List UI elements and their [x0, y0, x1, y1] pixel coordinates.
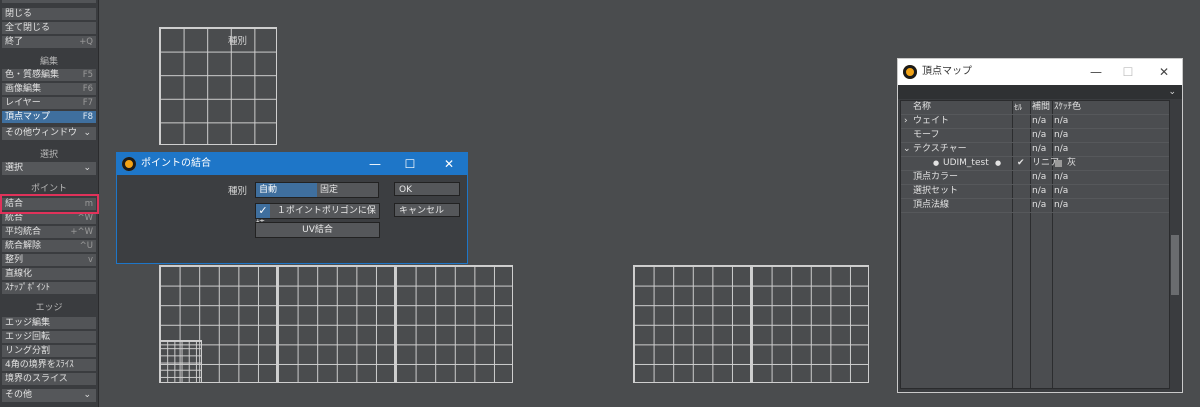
col-cell-header[interactable]: ｾﾙ [1014, 101, 1022, 114]
ok-button[interactable]: OK [394, 182, 460, 196]
uv-grid-udim-1011 [633, 265, 751, 383]
chevron-down-icon: ⌄ [83, 128, 91, 138]
select-dropdown[interactable]: 選択 ⌄ [2, 162, 96, 175]
toolbar-item-close[interactable]: 閉じる [2, 8, 96, 20]
lightwave-icon [903, 65, 917, 79]
list-item-selection-set[interactable]: 選択セット n/a n/a [901, 185, 1169, 199]
toolbar-item-vertex-map[interactable]: 頂点マップ F8 [2, 111, 96, 123]
sketch-color-swatch [1055, 160, 1062, 167]
type-label: 種別 [228, 36, 248, 47]
section-head-select: 選択 [2, 150, 96, 161]
vertex-map-panel: 頂点マップ — ☐ ✕ ⌄ 名称 ｾﾙ 補間 ｽｹｯﾁ色 › ウェイト n/a … [897, 58, 1183, 393]
dialog-title: ポイントの結合 [141, 158, 211, 169]
toolbar-item-close-all[interactable]: 全て閉じる [2, 22, 96, 34]
col-name-header[interactable]: 名称 [913, 101, 931, 114]
checkmark-icon[interactable]: ✔ [1017, 157, 1025, 170]
toolbar-item-layer[interactable]: レイヤー F7 [2, 97, 96, 109]
shortcut-label: F5 [82, 70, 93, 80]
other-windows-dropdown[interactable]: その他ウィンドウ ⌄ [2, 127, 96, 140]
minimize-icon[interactable]: — [1078, 59, 1114, 85]
col-sketch-header[interactable]: ｽｹｯﾁ色 [1054, 101, 1081, 114]
toolbar-item-border-slice[interactable]: 境界のスライス [2, 373, 96, 385]
section-head-edit: 編集 [2, 57, 96, 68]
chevron-right-icon[interactable]: › [904, 115, 908, 128]
list-item-vertex-normal[interactable]: 頂点法線 n/a n/a [901, 199, 1169, 213]
bullet-icon: ● [995, 159, 1002, 167]
vertex-map-title: 頂点マップ [922, 66, 972, 77]
toolbar-item-weld-average[interactable]: 平均統合 +^W [2, 226, 96, 238]
uv-grid-top [159, 27, 277, 145]
toolbar-item-unweld[interactable]: 統合解除 ^U [2, 240, 96, 252]
maximize-icon[interactable]: ☐ [392, 153, 428, 175]
toolbar-item-quad-slice[interactable]: 4角の境界をｽﾗｲｽ [2, 359, 96, 371]
toolbar-item-ring-split[interactable]: リング分割 [2, 345, 96, 357]
toolbar-item-image-edit[interactable]: 画像編集 F6 [2, 83, 96, 95]
merge-points-highlight [0, 194, 99, 214]
toolbar-item-surface-edit[interactable]: 色・質感編集 F5 [2, 69, 96, 81]
chevron-down-icon: ⌄ [1168, 87, 1176, 97]
type-segmented-control: 自動 固定 [255, 182, 379, 198]
checkmark-icon: ✓ [256, 204, 270, 218]
section-head-edge: エッジ [2, 303, 96, 314]
toolbar-item-edge-rotate[interactable]: エッジ回転 [2, 331, 96, 343]
vertex-map-filter-bar[interactable]: ⌄ [898, 85, 1182, 99]
list-item-texture[interactable]: ⌄ テクスチャー n/a n/a [901, 143, 1169, 157]
shortcut-label: ^U [79, 241, 93, 251]
col-interp-header[interactable]: 補間 [1032, 101, 1050, 114]
type-label-visible: 種別 [228, 186, 248, 197]
cancel-button[interactable]: キャンセル [394, 203, 460, 217]
scrollbar-thumb[interactable] [1171, 235, 1179, 295]
toolbar-item-straighten[interactable]: 直線化 [2, 268, 96, 280]
mode-fixed-option[interactable]: 固定 [317, 183, 378, 197]
lightwave-icon [122, 157, 136, 171]
toolbar-item-align[interactable]: 整列 v [2, 254, 96, 266]
shortcut-label: F8 [82, 112, 93, 122]
minimize-icon[interactable]: — [357, 153, 393, 175]
list-item-morph[interactable]: モーフ n/a n/a [901, 129, 1169, 143]
toolbar-item-cut-off[interactable] [2, 0, 96, 3]
toolbar-item-edge-edit[interactable]: エッジ編集 [2, 317, 96, 329]
vertex-map-scrollbar[interactable] [1170, 100, 1180, 387]
maximize-icon[interactable]: ☐ [1110, 59, 1146, 85]
other-dropdown[interactable]: その他 ⌄ [2, 389, 96, 402]
chevron-down-icon: ⌄ [83, 163, 91, 173]
vertex-map-list: 名称 ｾﾙ 補間 ｽｹｯﾁ色 › ウェイト n/a n/a モーフ n/a n/… [900, 100, 1170, 389]
uv-merge-button[interactable]: UV結合 [255, 222, 380, 238]
list-item-udim-test[interactable]: ● UDIM_test ● ✔ リニア 灰 [901, 157, 1169, 171]
toolbar-item-snap-point[interactable]: ｽﾅｯﾌﾟﾎﾟｲﾝﾄ [2, 282, 96, 294]
shortcut-label: +Q [79, 37, 93, 47]
close-icon[interactable]: ✕ [1146, 59, 1182, 85]
close-icon[interactable]: ✕ [431, 153, 467, 175]
uv-grid-udim-1012 [751, 265, 869, 383]
shortcut-label: F7 [82, 98, 93, 108]
chevron-down-icon: ⌄ [83, 390, 91, 400]
vertex-map-header: 名称 ｾﾙ 補間 ｽｹｯﾁ色 [901, 101, 1169, 115]
shortcut-label: +^W [70, 227, 93, 237]
list-item-vertex-color[interactable]: 頂点カラー n/a n/a [901, 171, 1169, 185]
toolbar-item-quit[interactable]: 終了 +Q [2, 36, 96, 48]
vertex-map-titlebar[interactable]: 頂点マップ — ☐ ✕ [898, 59, 1182, 85]
keep-single-point-checkbox[interactable]: ✓ １ポイントポリゴンに保持 [255, 203, 380, 230]
uv-grid-udim-1003 [395, 265, 513, 383]
mode-auto-option[interactable]: 自動 [256, 183, 317, 197]
uv-grid-udim-1002 [277, 265, 395, 383]
uv-grid-udim-detail [159, 340, 202, 383]
shortcut-label: F6 [82, 84, 93, 94]
list-item-weight[interactable]: › ウェイト n/a n/a [901, 115, 1169, 129]
bullet-icon: ● [933, 159, 940, 167]
dialog-titlebar[interactable]: ポイントの結合 — ☐ ✕ [117, 153, 467, 175]
chevron-down-icon[interactable]: ⌄ [903, 143, 911, 156]
shortcut-label: v [87, 255, 93, 265]
